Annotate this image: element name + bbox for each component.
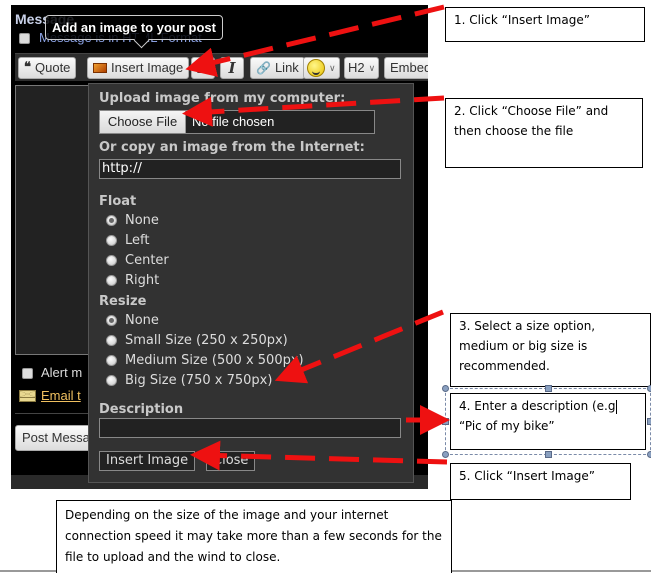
resize-handle[interactable]: [647, 451, 651, 458]
resize-option-label: Medium Size (500 x 500px): [125, 353, 304, 368]
insert-image-dialog: Upload image from my computer: Choose Fi…: [88, 83, 414, 483]
link-button[interactable]: 🔗 Link: [250, 57, 305, 79]
annotation-step-2: 2. Click “Choose File” and then choose t…: [445, 98, 643, 168]
float-option-label: None: [125, 213, 159, 228]
annotation-text: medium or big size is: [459, 339, 588, 353]
alert-label: Alert m: [41, 365, 83, 380]
annotation-text: 5. Click “Insert Image”: [459, 469, 595, 483]
bold-icon: B: [196, 59, 210, 77]
html-format-checkbox[interactable]: [19, 33, 30, 44]
choose-file-button[interactable]: Choose File: [100, 111, 186, 133]
annotation-text: 3. Select a size option,: [459, 319, 596, 333]
italic-button[interactable]: I: [220, 57, 244, 79]
resize-option-label: Big Size (750 x 750px): [125, 373, 273, 388]
embed-label: Embed: [390, 60, 428, 75]
embed-button[interactable]: Embed: [384, 57, 428, 79]
radio-button[interactable]: [106, 215, 117, 226]
float-option-right[interactable]: Right: [106, 273, 159, 288]
insert-image-tooltip: Add an image to your post: [45, 15, 223, 40]
resize-handle[interactable]: [545, 385, 552, 392]
annotation-text: 2. Click “Choose File” and: [454, 104, 609, 118]
annotation-text: 1. Click “Insert Image”: [454, 13, 590, 27]
radio-button[interactable]: [106, 335, 117, 346]
resize-handle[interactable]: [442, 385, 449, 392]
resize-handle[interactable]: [647, 385, 651, 392]
file-input[interactable]: Choose File No file chosen: [99, 110, 375, 134]
annotation-text: recommended.: [459, 359, 550, 373]
resize-option-medium[interactable]: Medium Size (500 x 500px): [106, 353, 304, 368]
annotation-step-1: 1. Click “Insert Image”: [445, 7, 645, 42]
insert-image-button[interactable]: Insert Image: [87, 57, 190, 79]
smiley-icon: [307, 59, 325, 77]
resize-option-label: None: [125, 313, 159, 328]
quote-icon: ❝: [24, 60, 31, 75]
alert-checkbox[interactable]: [22, 368, 33, 379]
chain-link-icon: 🔗: [256, 61, 271, 75]
annotation-text: connection speed it may take more than a…: [65, 529, 442, 543]
annotation-step-3: 3. Select a size option, medium or big s…: [450, 313, 651, 387]
upload-label: Upload image from my computer:: [99, 91, 346, 106]
float-option-left[interactable]: Left: [106, 233, 149, 248]
resize-handle[interactable]: [442, 418, 449, 425]
float-option-center[interactable]: Center: [106, 253, 169, 268]
annotation-step-4: 4. Enter a description (e.g “Pic of my b…: [445, 388, 651, 455]
annotation-text: file to upload and the wind to close.: [65, 550, 281, 564]
chevron-down-icon: ∨: [329, 63, 336, 73]
annotation-text: Depending on the size of the image and y…: [65, 508, 389, 522]
bold-button[interactable]: B: [191, 57, 215, 79]
email-link[interactable]: Email t: [41, 388, 81, 403]
image-url-input[interactable]: http://: [99, 159, 401, 179]
link-label: Link: [274, 60, 299, 75]
radio-button[interactable]: [106, 375, 117, 386]
resize-option-big[interactable]: Big Size (750 x 750px): [106, 373, 272, 388]
annotation-text: “Pic of my bike”: [459, 419, 555, 433]
heading-label: H2: [348, 60, 365, 75]
image-icon: [93, 63, 107, 73]
quote-label: Quote: [35, 60, 71, 75]
text-cursor: [615, 399, 617, 414]
resize-handle[interactable]: [545, 451, 552, 458]
insert-image-label: Insert Image: [111, 60, 184, 75]
message-textarea[interactable]: [15, 85, 89, 355]
file-status: No file chosen: [192, 114, 275, 129]
float-label: Float: [99, 194, 137, 209]
annotation-footer-note: Depending on the size of the image and y…: [56, 500, 452, 573]
resize-handle[interactable]: [647, 418, 651, 425]
description-input[interactable]: [99, 418, 401, 438]
float-option-label: Center: [125, 253, 169, 268]
annotation-text: then choose the file: [454, 124, 574, 138]
resize-option-small[interactable]: Small Size (250 x 250px): [106, 333, 288, 348]
dialog-insert-image-button[interactable]: Insert Image: [99, 451, 196, 471]
radio-button[interactable]: [106, 315, 117, 326]
radio-button[interactable]: [106, 275, 117, 286]
float-option-none[interactable]: None: [106, 213, 159, 228]
chevron-down-icon: ∨: [368, 63, 376, 73]
radio-button[interactable]: [106, 355, 117, 366]
float-option-label: Left: [125, 233, 150, 248]
italic-icon: I: [228, 59, 236, 77]
emoticon-dropdown[interactable]: ∨: [303, 57, 340, 79]
float-option-label: Right: [125, 273, 160, 288]
radio-button[interactable]: [106, 235, 117, 246]
radio-button[interactable]: [106, 255, 117, 266]
dialog-close-button[interactable]: Close: [206, 451, 256, 471]
annotation-step-5: 5. Click “Insert Image”: [450, 463, 631, 500]
url-label: Or copy an image from the Internet:: [99, 140, 365, 155]
divider: [15, 413, 89, 414]
description-label: Description: [99, 402, 184, 417]
annotation-text: 4. Enter a description (e.g: [459, 399, 616, 413]
quote-button[interactable]: ❝ Quote: [18, 57, 77, 79]
heading-dropdown[interactable]: H2 ∨: [344, 57, 380, 79]
resize-handle[interactable]: [442, 451, 449, 458]
resize-option-none[interactable]: None: [106, 313, 159, 328]
resize-option-label: Small Size (250 x 250px): [125, 333, 288, 348]
envelope-icon: [19, 390, 36, 402]
resize-label: Resize: [99, 294, 147, 309]
editor-toolbar: ❝ Quote Insert Image B I 🔗 Link ∨ H2 ∨ E…: [15, 53, 428, 81]
